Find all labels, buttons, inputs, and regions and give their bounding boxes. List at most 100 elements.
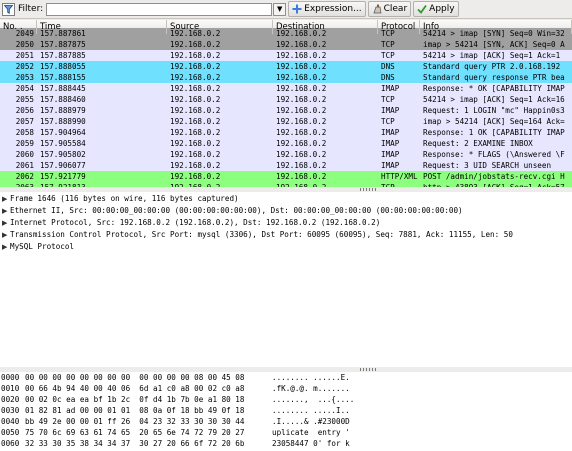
packet-no: 2058 <box>15 128 34 137</box>
detail-tree-label: Internet Protocol, Src: 192.168.0.2 (192… <box>10 218 381 227</box>
packet-info: POST /admin/jobstats-recv.cgi H <box>423 172 565 181</box>
detail-tree-item[interactable]: ▶ Internet Protocol, Src: 192.168.0.2 (19… <box>0 217 572 229</box>
packet-info: Response: * OK [CAPABILITY IMAP <box>423 84 565 93</box>
packet-destination: 192.168.0.2 <box>276 117 327 126</box>
packet-row[interactable]: 2061 157.906077 192.168.0.2 192.168.0.2 IMAP… <box>0 160 572 171</box>
packet-time: 157.888460 <box>40 95 86 104</box>
hex-bytes[interactable]: bb 49 2e 00 00 01 ff 26 04 23 32 33 30 3… <box>25 416 272 427</box>
hex-bytes[interactable]: 01 82 81 ad 00 00 01 01 08 0a 0f 18 bb 4… <box>25 405 272 416</box>
packet-row[interactable]: 2057 157.888990 192.168.0.2 192.168.0.2 TCP i… <box>0 116 572 127</box>
packet-time: 157.888979 <box>40 106 86 115</box>
packet-destination: 192.168.0.2 <box>276 172 327 181</box>
packet-protocol: TCP <box>381 29 395 38</box>
expand-arrow-icon[interactable]: ▶ <box>2 229 10 241</box>
hex-ascii[interactable]: uplicate entry ' <box>272 427 350 438</box>
packet-info: Request: 2 EXAMINE INBOX <box>423 139 533 148</box>
packet-info: Response: * FLAGS (\Answered \F <box>423 150 565 159</box>
detail-tree-item[interactable]: ▶ Transmission Control Protocol, Src Port… <box>0 229 572 241</box>
hex-offset[interactable]: 0040 <box>0 416 25 427</box>
expand-arrow-icon[interactable]: ▶ <box>2 241 10 253</box>
hex-ascii[interactable]: ........ .....I.. <box>272 405 350 416</box>
detail-tree-label: Transmission Control Protocol, Src Port:… <box>10 230 513 239</box>
hex-offset[interactable]: 0030 <box>0 405 25 416</box>
packet-row[interactable]: 2062 157.921779 192.168.0.2 192.168.0.2 HTTP… <box>0 171 572 182</box>
hex-ascii[interactable]: ......., ...{.... <box>272 394 354 405</box>
detail-tree-item[interactable]: ▶ MySQL Protocol <box>0 241 572 253</box>
hex-row: 0020 00 02 0c ea ea bf 1b 2c 0f d4 1b 7b … <box>0 394 572 405</box>
packet-time: 157.888990 <box>40 117 86 126</box>
packet-row[interactable]: 2060 157.905802 192.168.0.2 192.168.0.2 IMAP… <box>0 149 572 160</box>
packet-row[interactable]: 2056 157.888979 192.168.0.2 192.168.0.2 IMAP… <box>0 105 572 116</box>
packet-info: 54214 > imap [ACK] Seq=1 Ack=16 <box>423 95 565 104</box>
filter-input[interactable] <box>46 2 273 16</box>
detail-tree-item[interactable]: ▶ Ethernet II, Src: 00:00:00_00:00:00 (00… <box>0 205 572 217</box>
packet-no: 2053 <box>15 73 34 82</box>
expand-arrow-icon[interactable]: ▶ <box>2 193 10 205</box>
packet-protocol: IMAP <box>381 128 400 137</box>
packet-protocol: TCP <box>381 117 395 126</box>
hex-row: 0010 00 66 4b 94 40 00 40 06 6d a1 c0 a8 … <box>0 383 572 394</box>
packet-no: 2050 <box>15 40 34 49</box>
packet-row[interactable]: 2055 157.888460 192.168.0.2 192.168.0.2 TCP 5… <box>0 94 572 105</box>
packet-row[interactable]: 2054 157.888445 192.168.0.2 192.168.0.2 IMAP… <box>0 83 572 94</box>
packet-destination: 192.168.0.2 <box>276 51 327 60</box>
hex-bytes[interactable]: 32 33 30 35 38 34 34 37 30 27 20 66 6f 7… <box>25 438 272 449</box>
hex-offset[interactable]: 0000 <box>0 372 25 383</box>
filter-bar: Filter: ▼ <box>0 1 287 17</box>
packet-destination: 192.168.0.2 <box>276 95 327 104</box>
packet-protocol: IMAP <box>381 139 400 148</box>
packet-destination: 192.168.0.2 <box>276 128 327 137</box>
packet-destination: 192.168.0.2 <box>276 84 327 93</box>
hex-ascii[interactable]: .I.....& .#23000D <box>272 416 350 427</box>
packet-time: 157.905802 <box>40 150 86 159</box>
packet-details-tree[interactable]: ▶ Frame 1646 (116 bytes on wire, 116 byte… <box>0 192 572 367</box>
packet-list[interactable]: No. . Time Source Destination Protocol I… <box>0 20 572 187</box>
hex-bytes[interactable]: 00 00 00 00 00 00 00 00 00 00 00 00 08 0… <box>25 372 272 383</box>
apply-button[interactable]: Apply <box>413 1 459 17</box>
expand-arrow-icon[interactable]: ▶ <box>2 205 10 217</box>
packet-no: 2051 <box>15 51 34 60</box>
detail-tree-label: Frame 1646 (116 bytes on wire, 116 bytes… <box>10 194 239 203</box>
packet-row[interactable]: 2058 157.904964 192.168.0.2 192.168.0.2 IMAP… <box>0 127 572 138</box>
packet-destination: 192.168.0.2 <box>276 161 327 170</box>
packet-row[interactable]: 2052 157.888055 192.168.0.2 192.168.0.2 DNS S… <box>0 61 572 72</box>
packet-source: 192.168.0.2 <box>170 106 221 115</box>
clear-label: Clear <box>383 4 408 14</box>
clear-button[interactable]: Clear <box>367 1 412 17</box>
packet-no: 2062 <box>15 172 34 181</box>
hex-offset[interactable]: 0010 <box>0 383 25 394</box>
packet-source: 192.168.0.2 <box>170 95 221 104</box>
hex-bytes[interactable]: 00 66 4b 94 40 00 40 06 6d a1 c0 a8 00 0… <box>25 383 272 394</box>
hex-ascii[interactable]: .fK.@.@. m....... <box>272 383 350 394</box>
packet-no: 2049 <box>15 29 34 38</box>
detail-tree-label: Ethernet II, Src: 00:00:00_00:00:00 (00:… <box>10 206 463 215</box>
packet-protocol: TCP <box>381 95 395 104</box>
packet-row[interactable]: 2059 157.905584 192.168.0.2 192.168.0.2 IMAP… <box>0 138 572 149</box>
hex-offset[interactable]: 0020 <box>0 394 25 405</box>
packet-no: 2052 <box>15 62 34 71</box>
packet-row[interactable]: 2053 157.888155 192.168.0.2 192.168.0.2 DNS S… <box>0 72 572 83</box>
packet-row[interactable]: 2050 157.887875 192.168.0.2 192.168.0.2 TCP i… <box>0 39 572 50</box>
hex-bytes[interactable]: 00 02 0c ea ea bf 1b 2c 0f d4 1b 7b 0e a… <box>25 394 272 405</box>
expand-arrow-icon[interactable]: ▶ <box>2 217 10 229</box>
expression-label: Expression... <box>304 4 362 14</box>
filter-icon[interactable] <box>2 2 15 16</box>
expression-button[interactable]: Expression... <box>288 1 366 17</box>
hex-ascii[interactable]: ........ ......E. <box>272 372 350 383</box>
filter-history-dropdown[interactable]: ▼ <box>273 2 287 16</box>
packet-protocol: TCP <box>381 40 395 49</box>
detail-tree-item[interactable]: ▶ Frame 1646 (116 bytes on wire, 116 byte… <box>0 193 572 205</box>
packet-destination: 192.168.0.2 <box>276 62 327 71</box>
hex-offset[interactable]: 0050 <box>0 427 25 438</box>
hex-ascii[interactable]: 23058447 0' for k <box>272 438 350 449</box>
filter-label: Filter: <box>18 4 44 14</box>
packet-row[interactable]: 2051 157.887885 192.168.0.2 192.168.0.2 TCP 5… <box>0 50 572 61</box>
packet-row[interactable]: 2049 157.887861 192.168.0.2 192.168.0.2 TCP 5… <box>0 28 572 39</box>
packet-protocol: IMAP <box>381 150 400 159</box>
packet-info: imap > 54214 [SYN, ACK] Seq=0 A <box>423 40 565 49</box>
packet-bytes-pane[interactable]: 0000 00 00 00 00 00 00 00 00 00 00 00 00 … <box>0 372 572 451</box>
hex-offset[interactable]: 0060 <box>0 438 25 449</box>
packet-source: 192.168.0.2 <box>170 51 221 60</box>
packet-time: 157.887875 <box>40 40 86 49</box>
hex-bytes[interactable]: 75 70 6c 69 63 61 74 65 20 65 6e 74 72 7… <box>25 427 272 438</box>
